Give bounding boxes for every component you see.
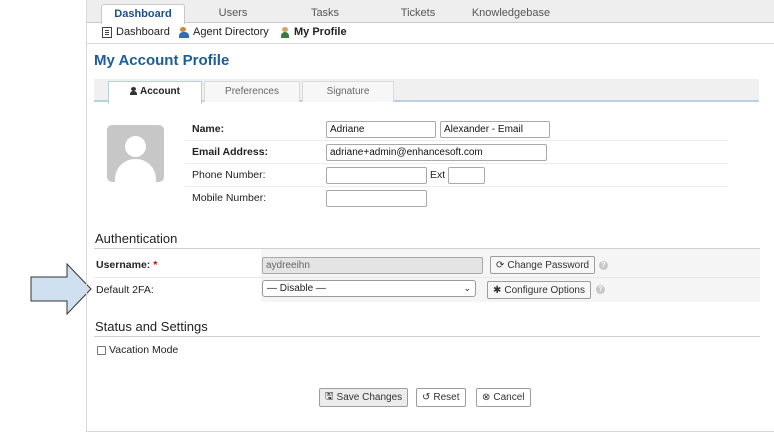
phone-label: Phone Number:: [192, 169, 266, 181]
subnav-agent-directory[interactable]: Agent Directory: [179, 26, 269, 38]
page-title: My Account Profile: [94, 52, 230, 69]
save-changes-button[interactable]: 🖫 Save Changes: [319, 388, 409, 407]
change-password-label: Change Password: [507, 259, 590, 271]
mobile-label: Mobile Number:: [192, 192, 267, 204]
subnav-my-profile[interactable]: My Profile: [280, 26, 347, 38]
last-name-input[interactable]: Alexander - Email: [440, 121, 550, 138]
mobile-row: Mobile Number:: [185, 187, 728, 210]
vacation-mode-checkbox[interactable]: [97, 346, 106, 355]
profile-tabs: Account Preferences Signature: [94, 79, 759, 104]
avatar-body: [115, 159, 156, 182]
phone-row: Phone Number: Ext: [185, 164, 728, 187]
cancel-button[interactable]: ⊗ Cancel: [476, 388, 531, 407]
required-mark: *: [153, 259, 158, 271]
reset-label: Reset: [433, 392, 460, 403]
tab-signature[interactable]: Signature: [302, 81, 394, 102]
email-row: Email Address: adriane+admin@enhancesoft…: [185, 141, 728, 164]
name-row: Name: Adriane Alexander - Email: [185, 118, 728, 141]
configure-options-label: Configure Options: [504, 284, 585, 296]
authentication-title: Authentication: [95, 231, 178, 246]
divider: [94, 336, 760, 337]
username-label: Username:: [96, 259, 151, 271]
save-changes-label: Save Changes: [336, 392, 403, 403]
tab-tasks[interactable]: Tasks: [299, 4, 351, 23]
default-2fa-select[interactable]: — Disable — ⌄: [262, 280, 476, 297]
undo-icon: ↺: [422, 392, 431, 403]
subnav-dashboard-label: Dashboard: [116, 26, 170, 38]
gear-icon: ✱: [493, 284, 502, 296]
top-navigation: Dashboard Users Tasks Tickets Knowledgeb…: [87, 0, 774, 24]
divider: [94, 277, 760, 278]
tab-knowledgebase[interactable]: Knowledgebase: [470, 4, 552, 23]
default-2fa-value: — Disable —: [267, 283, 326, 294]
status-title: Status and Settings: [95, 319, 208, 334]
main-panel: Dashboard Users Tasks Tickets Knowledgeb…: [86, 0, 774, 432]
tab-tickets[interactable]: Tickets: [392, 4, 444, 23]
default-2fa-label: Default 2FA:: [96, 284, 154, 296]
email-label: Email Address:: [192, 146, 269, 158]
ext-label: Ext: [430, 169, 446, 181]
reset-button[interactable]: ↺ Reset: [416, 388, 466, 407]
people-icon: [179, 26, 189, 38]
user-icon: [130, 87, 137, 95]
username-label-wrap: Username: *: [96, 259, 157, 271]
change-password-button[interactable]: ⟳ Change Password: [490, 256, 596, 274]
save-icon: 🖫: [325, 391, 334, 402]
cancel-label: Cancel: [493, 392, 525, 403]
name-label: Name:: [192, 123, 225, 135]
ext-input[interactable]: [448, 167, 485, 184]
tab-account-label: Account: [140, 86, 180, 97]
subnav-agent-directory-label: Agent Directory: [193, 26, 269, 38]
mobile-input[interactable]: [326, 190, 427, 207]
configure-options-button[interactable]: ✱ Configure Options: [487, 281, 591, 299]
tab-users[interactable]: Users: [205, 4, 261, 23]
chevron-down-icon: ⌄: [463, 283, 471, 293]
first-name-input[interactable]: Adriane: [326, 121, 436, 138]
avatar: [107, 125, 164, 182]
tab-dashboard[interactable]: Dashboard: [101, 4, 185, 24]
email-input[interactable]: adriane+admin@enhancesoft.com: [326, 144, 547, 161]
tab-preferences[interactable]: Preferences: [204, 81, 300, 102]
pointer-arrow-icon: [30, 263, 92, 315]
avatar-head: [125, 136, 146, 157]
vacation-mode-label: Vacation Mode: [109, 344, 179, 356]
username-input[interactable]: aydreeihn: [262, 257, 483, 274]
phone-input[interactable]: [326, 167, 427, 184]
help-icon[interactable]: ?: [599, 261, 608, 270]
tab-account[interactable]: Account: [108, 81, 202, 104]
subnav-dashboard[interactable]: Dashboard: [102, 26, 170, 38]
subnav-my-profile-label: My Profile: [294, 26, 347, 38]
sub-navigation: Dashboard Agent Directory My Profile: [87, 23, 774, 44]
refresh-icon: ⟳: [496, 259, 505, 271]
document-icon: [102, 26, 112, 38]
person-icon: [280, 26, 290, 38]
help-icon[interactable]: ?: [596, 285, 605, 294]
cancel-icon: ⊗: [482, 392, 491, 403]
